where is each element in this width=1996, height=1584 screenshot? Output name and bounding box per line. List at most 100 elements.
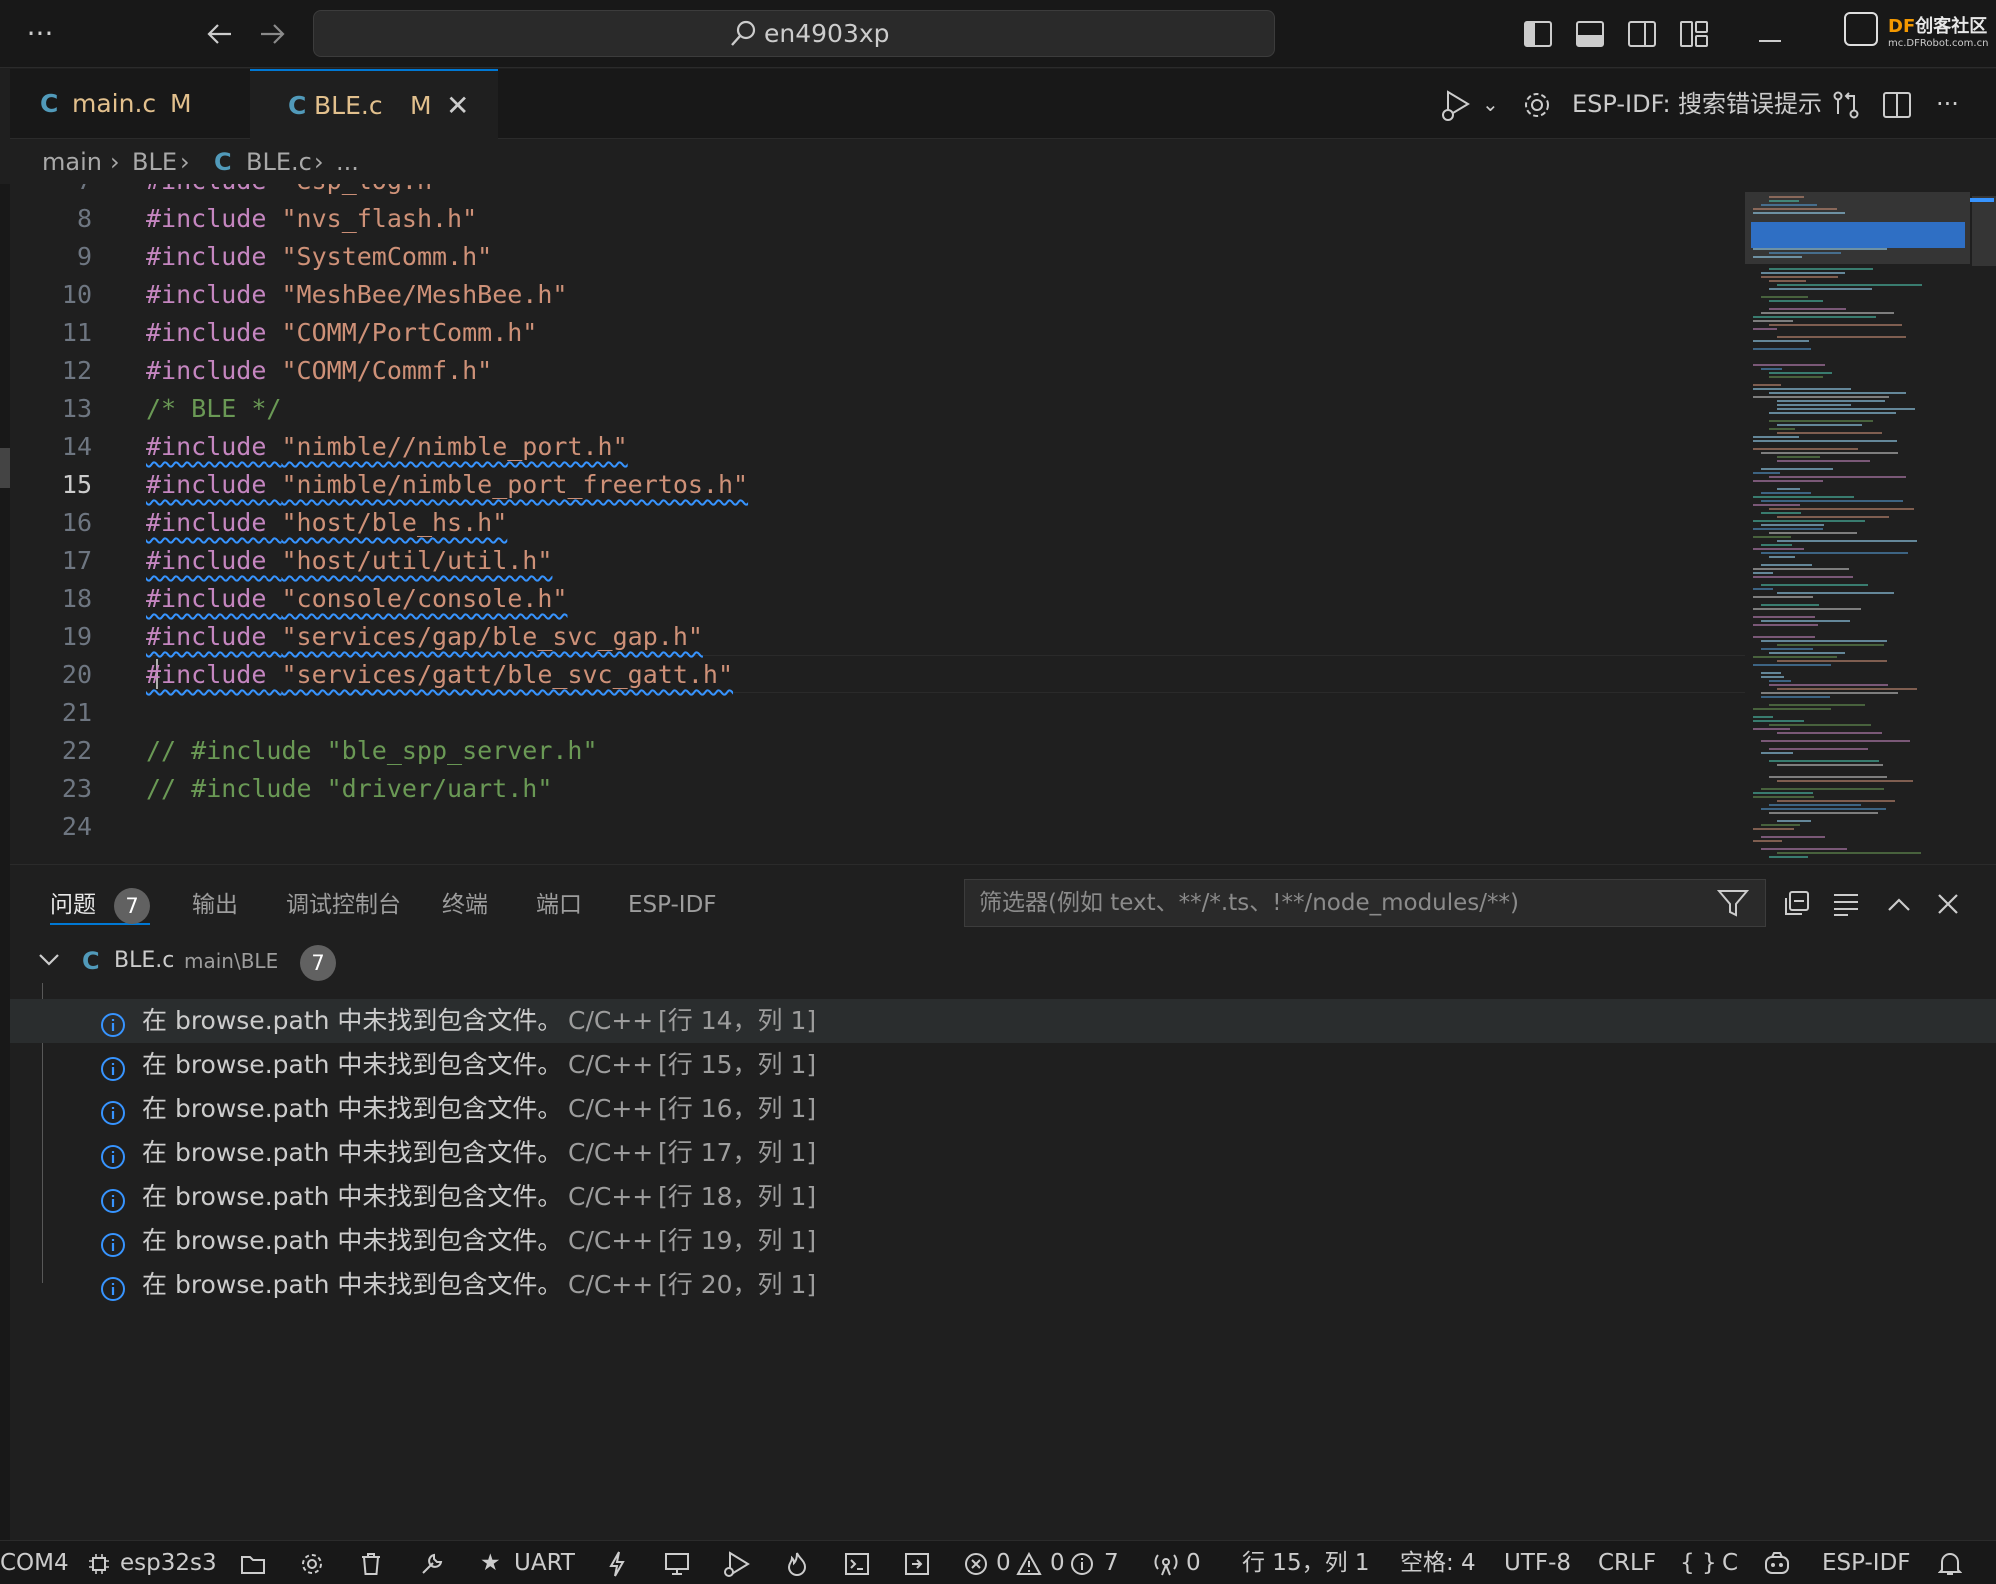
code-line[interactable]: 17 #include "host/util/util.h"	[10, 542, 1745, 580]
run-debug-icon[interactable]	[1440, 69, 1476, 139]
problem-item[interactable]: 在 browse.path 中未找到包含文件。 C/C++ [行 14，列 1]	[10, 999, 1996, 1043]
tab-problems[interactable]: 问题 7	[50, 885, 150, 925]
split-editor-icon[interactable]	[1882, 69, 1912, 139]
back-arrow-icon[interactable]	[200, 0, 240, 68]
breadcrumb-ble-folder[interactable]: BLE	[132, 140, 177, 184]
toggle-panel-icon[interactable]	[1572, 0, 1608, 68]
wrench-icon[interactable]	[420, 1541, 444, 1584]
run-task-icon[interactable]	[904, 1541, 930, 1584]
toggle-primary-sidebar-icon[interactable]	[1520, 0, 1556, 68]
code-line[interactable]: 24	[10, 808, 1745, 846]
problems-filter[interactable]	[964, 879, 1766, 927]
status-uart[interactable]: UART	[514, 1541, 575, 1584]
tab-ports[interactable]: 端口	[536, 885, 582, 925]
breadcrumb-symbols[interactable]: ...	[336, 140, 359, 184]
debug-icon[interactable]	[722, 1541, 752, 1584]
code-line[interactable]: 23 // #include "driver/uart.h"	[10, 770, 1745, 808]
collapse-all-icon[interactable]	[1782, 881, 1810, 925]
filter-input[interactable]	[965, 880, 1705, 926]
status-target[interactable]: esp32s3	[120, 1541, 217, 1584]
breadcrumb-ble-file[interactable]: BLE.c	[246, 140, 312, 184]
close-tab-icon[interactable]: ✕	[446, 71, 469, 141]
flash-icon[interactable]	[608, 1541, 626, 1584]
code-line[interactable]: 12 #include "COMM/Commf.h"	[10, 352, 1745, 390]
flame-icon[interactable]	[786, 1541, 808, 1584]
code-line[interactable]: 9 #include "SystemComm.h"	[10, 238, 1745, 276]
tab-debug-console[interactable]: 调试控制台	[286, 885, 401, 925]
broadcast-icon[interactable]	[1152, 1541, 1180, 1584]
editor-scrollbar[interactable]	[1970, 184, 1996, 864]
problems-status[interactable]	[964, 1541, 988, 1584]
code-line[interactable]: 21	[10, 694, 1745, 732]
end-of-line[interactable]: CRLF	[1598, 1541, 1656, 1584]
minimap[interactable]	[1745, 184, 1970, 864]
more-actions-icon[interactable]: ···	[1936, 69, 1959, 139]
view-as-list-icon[interactable]	[1832, 881, 1860, 925]
problem-item[interactable]: 在 browse.path 中未找到包含文件。 C/C++ [行 18，列 1]	[10, 1175, 1996, 1219]
customize-layout-icon[interactable]	[1676, 0, 1712, 68]
minimap-line	[1777, 780, 1913, 782]
minimap-line	[1753, 440, 1897, 442]
toggle-secondary-sidebar-icon[interactable]	[1624, 0, 1660, 68]
problem-item[interactable]: 在 browse.path 中未找到包含文件。 C/C++ [行 16，列 1]	[10, 1087, 1996, 1131]
problem-item[interactable]: 在 browse.path 中未找到包含文件。 C/C++ [行 20，列 1]	[10, 1263, 1996, 1307]
indentation[interactable]: 空格: 4	[1400, 1541, 1476, 1584]
problem-item[interactable]: 在 browse.path 中未找到包含文件。 C/C++ [行 19，列 1]	[10, 1219, 1996, 1263]
code-line[interactable]: 15 #include "nimble/nimble_port_freertos.…	[10, 466, 1745, 504]
trash-icon[interactable]	[360, 1541, 382, 1584]
status-esp-idf[interactable]: ESP-IDF	[1822, 1541, 1911, 1584]
command-center-search[interactable]: en4903xp	[313, 10, 1275, 57]
cursor-position[interactable]: 行 15，列 1	[1242, 1541, 1370, 1584]
code-line[interactable]: 11 #include "COMM/PortComm.h"	[10, 314, 1745, 352]
code-line[interactable]: 14 #include "nimble//nimble_port.h"	[10, 428, 1745, 466]
close-panel-icon[interactable]	[1936, 881, 1960, 925]
tab-esp-idf[interactable]: ESP-IDF	[628, 885, 717, 925]
source-control-compare-icon[interactable]	[1830, 69, 1862, 139]
maximize-panel-icon[interactable]	[1886, 881, 1912, 925]
code-line[interactable]: 18 #include "console/console.h"	[10, 580, 1745, 618]
tab-terminal[interactable]: 终端	[442, 885, 488, 925]
tab-output[interactable]: 输出	[192, 885, 238, 925]
minimize-icon[interactable]	[1752, 0, 1788, 68]
code-line[interactable]: 19 #include "services/gap/ble_svc_gap.h"	[10, 618, 1745, 656]
notification-bell-icon[interactable]	[1937, 1541, 1963, 1584]
scrollbar-thumb[interactable]	[1972, 196, 1996, 266]
problems-file-group[interactable]: C BLE.c main\BLE 7	[10, 941, 1996, 981]
terminal-icon[interactable]	[844, 1541, 870, 1584]
minimap-line	[1753, 792, 1813, 794]
code-line[interactable]: 8 #include "nvs_flash.h"	[10, 200, 1745, 238]
breadcrumb-main[interactable]: main	[42, 140, 102, 184]
c-file-icon: C	[40, 89, 59, 118]
problem-item[interactable]: 在 browse.path 中未找到包含文件。 C/C++ [行 17，列 1]	[10, 1131, 1996, 1175]
code-line[interactable]: 16 #include "host/ble_hs.h"	[10, 504, 1745, 542]
watermark-logo: DF创客社区 mc.DFRobot.com.cn	[1840, 6, 1990, 62]
more-icon[interactable]: ···	[20, 0, 60, 68]
encoding[interactable]: UTF-8	[1504, 1541, 1571, 1584]
folder-icon[interactable]	[240, 1541, 266, 1584]
chevron-down-icon[interactable]	[38, 941, 60, 981]
tab-ble-c[interactable]: C BLE.c M ✕	[250, 69, 498, 139]
info-icon	[100, 1272, 126, 1316]
forward-arrow-icon[interactable]	[252, 0, 292, 68]
minimap-line	[1753, 588, 1773, 590]
minimap-line	[1777, 688, 1917, 690]
line-number: 7	[10, 184, 92, 200]
code-line[interactable]: 13 /* BLE */	[10, 390, 1745, 428]
code-editor[interactable]: 7 #include "esp_log.h" 8 #include "nvs_flas…	[10, 184, 1745, 864]
tab-main-c[interactable]: C main.c M	[10, 69, 250, 139]
problem-item[interactable]: 在 browse.path 中未找到包含文件。 C/C++ [行 15，列 1]	[10, 1043, 1996, 1087]
line-number: 22	[61, 736, 92, 765]
settings-gear-icon[interactable]	[300, 1541, 324, 1584]
status-port[interactable]: COM4	[0, 1541, 69, 1584]
chevron-down-icon[interactable]: ⌄	[1482, 69, 1499, 139]
monitor-icon[interactable]	[664, 1541, 690, 1584]
code-line[interactable]: 10 #include "MeshBee/MeshBee.h"	[10, 276, 1745, 314]
code-line[interactable]: 7 #include "esp_log.h"	[10, 184, 1745, 200]
code-line[interactable]: 20 #include "services/gatt/ble_svc_gatt.h…	[10, 656, 1745, 694]
copilot-icon[interactable]	[1762, 1541, 1792, 1584]
language-mode[interactable]: C	[1722, 1541, 1738, 1584]
filter-icon[interactable]	[1716, 888, 1750, 922]
search-error-hint-button[interactable]: 搜索错误提示	[1678, 69, 1822, 139]
code-line[interactable]: 22 // #include "ble_spp_server.h"	[10, 732, 1745, 770]
gear-icon[interactable]	[1522, 69, 1552, 139]
